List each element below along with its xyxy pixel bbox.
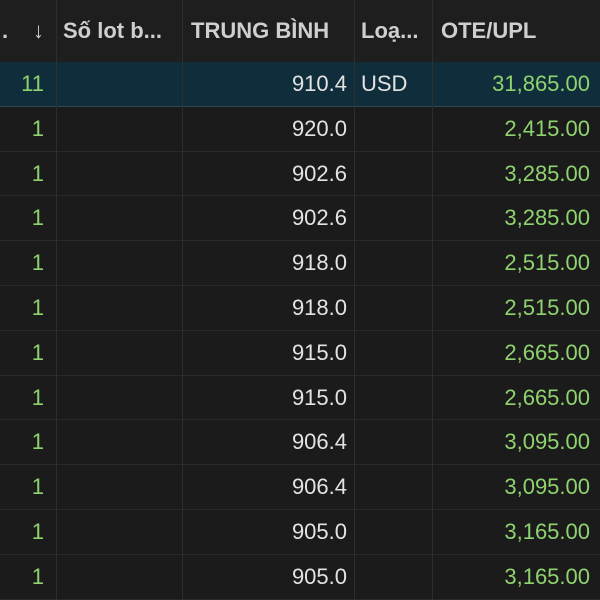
lots-cell: 1	[31, 294, 44, 320]
type-cell	[355, 286, 433, 330]
average-price-cell: 902.6	[291, 205, 347, 231]
positions-grid: . ↓ Số lot b... TRUNG BÌNH Loạ... OTE/UP…	[0, 0, 600, 600]
type-cell	[355, 420, 433, 464]
type-cell	[355, 465, 433, 509]
type-cell	[355, 331, 433, 375]
column-divider[interactable]	[354, 0, 355, 600]
table-header: . ↓ Số lot b... TRUNG BÌNH Loạ... OTE/UP…	[0, 0, 600, 63]
ote-upl-cell: 31,865.00	[492, 71, 590, 96]
lots-cell: 1	[31, 115, 44, 141]
column-header-ote-upl[interactable]: OTE/UPL	[433, 0, 600, 62]
table-row[interactable]: 1 902.6 3,285.00	[0, 151, 600, 197]
column-header-lots[interactable]: Số lot b...	[57, 0, 183, 62]
ote-upl-cell: 2,515.00	[504, 250, 590, 276]
table-row[interactable]: 1 915.0 2,665.00	[0, 375, 600, 421]
average-price-cell: 905.0	[291, 563, 347, 589]
type-cell	[355, 241, 433, 285]
lots-cell: 1	[31, 205, 44, 231]
ote-upl-cell: 2,665.00	[504, 339, 590, 365]
lots-cell: 11	[21, 71, 44, 96]
ote-upl-cell: 2,415.00	[504, 115, 590, 141]
table-body: 11 910.4 USD 31,865.00 1 920.0 2,415.00 1 902.6 3…	[0, 62, 600, 600]
average-price-cell: 918.0	[291, 294, 347, 320]
column-divider[interactable]	[432, 0, 433, 600]
table-row[interactable]: 1 902.6 3,285.00	[0, 196, 600, 242]
table-row[interactable]: 1 918.0 2,515.00	[0, 285, 600, 331]
column-divider[interactable]	[56, 0, 57, 600]
average-price-cell: 920.0	[291, 115, 347, 141]
type-cell	[355, 196, 433, 240]
average-price-cell: 905.0	[291, 518, 347, 544]
average-price-cell: 906.4	[291, 429, 347, 455]
table-row[interactable]: 1 905.0 3,165.00	[0, 554, 600, 600]
ote-upl-cell: 3,285.00	[504, 205, 590, 231]
average-price-cell: 915.0	[291, 339, 347, 365]
type-cell: USD	[361, 71, 408, 96]
column-header-type[interactable]: Loạ...	[355, 0, 433, 62]
sort-descending-icon[interactable]: ↓	[20, 0, 57, 62]
table-row[interactable]: 1 920.0 2,415.00	[0, 106, 600, 152]
table-row[interactable]: 1 918.0 2,515.00	[0, 241, 600, 286]
table-row[interactable]: 1 906.4 3,095.00	[0, 420, 600, 466]
lots-cell: 1	[31, 160, 44, 186]
type-cell	[355, 152, 433, 196]
lots-cell: 1	[31, 518, 44, 544]
type-cell	[355, 107, 433, 151]
column-header-truncated[interactable]: .	[0, 0, 20, 62]
lots-cell: 1	[31, 250, 44, 276]
average-price-cell: 906.4	[291, 474, 347, 500]
table-row[interactable]: 11 910.4 USD 31,865.00	[0, 62, 600, 107]
table-row[interactable]: 1 915.0 2,665.00	[0, 330, 600, 376]
table-row[interactable]: 1 905.0 3,165.00	[0, 509, 600, 555]
lots-cell: 1	[31, 563, 44, 589]
ote-upl-cell: 3,095.00	[504, 429, 590, 455]
table-row[interactable]: 1 906.4 3,095.00	[0, 465, 600, 510]
lots-cell: 1	[31, 429, 44, 455]
lots-cell: 1	[31, 384, 44, 410]
ote-upl-cell: 3,165.00	[504, 563, 590, 589]
type-cell	[355, 510, 433, 554]
lots-cell: 1	[31, 339, 44, 365]
lots-cell: 1	[31, 474, 44, 500]
ote-upl-cell: 3,095.00	[504, 474, 590, 500]
column-divider[interactable]	[182, 0, 183, 600]
ote-upl-cell: 2,515.00	[504, 294, 590, 320]
type-cell	[355, 376, 433, 420]
ote-upl-cell: 3,165.00	[504, 518, 590, 544]
average-price-cell: 918.0	[291, 250, 347, 276]
type-cell	[355, 555, 433, 599]
column-header-average[interactable]: TRUNG BÌNH	[183, 0, 355, 62]
ote-upl-cell: 2,665.00	[504, 384, 590, 410]
ote-upl-cell: 3,285.00	[504, 160, 590, 186]
average-price-cell: 902.6	[291, 160, 347, 186]
average-price-cell: 915.0	[291, 384, 347, 410]
average-price-cell: 910.4	[291, 71, 347, 96]
